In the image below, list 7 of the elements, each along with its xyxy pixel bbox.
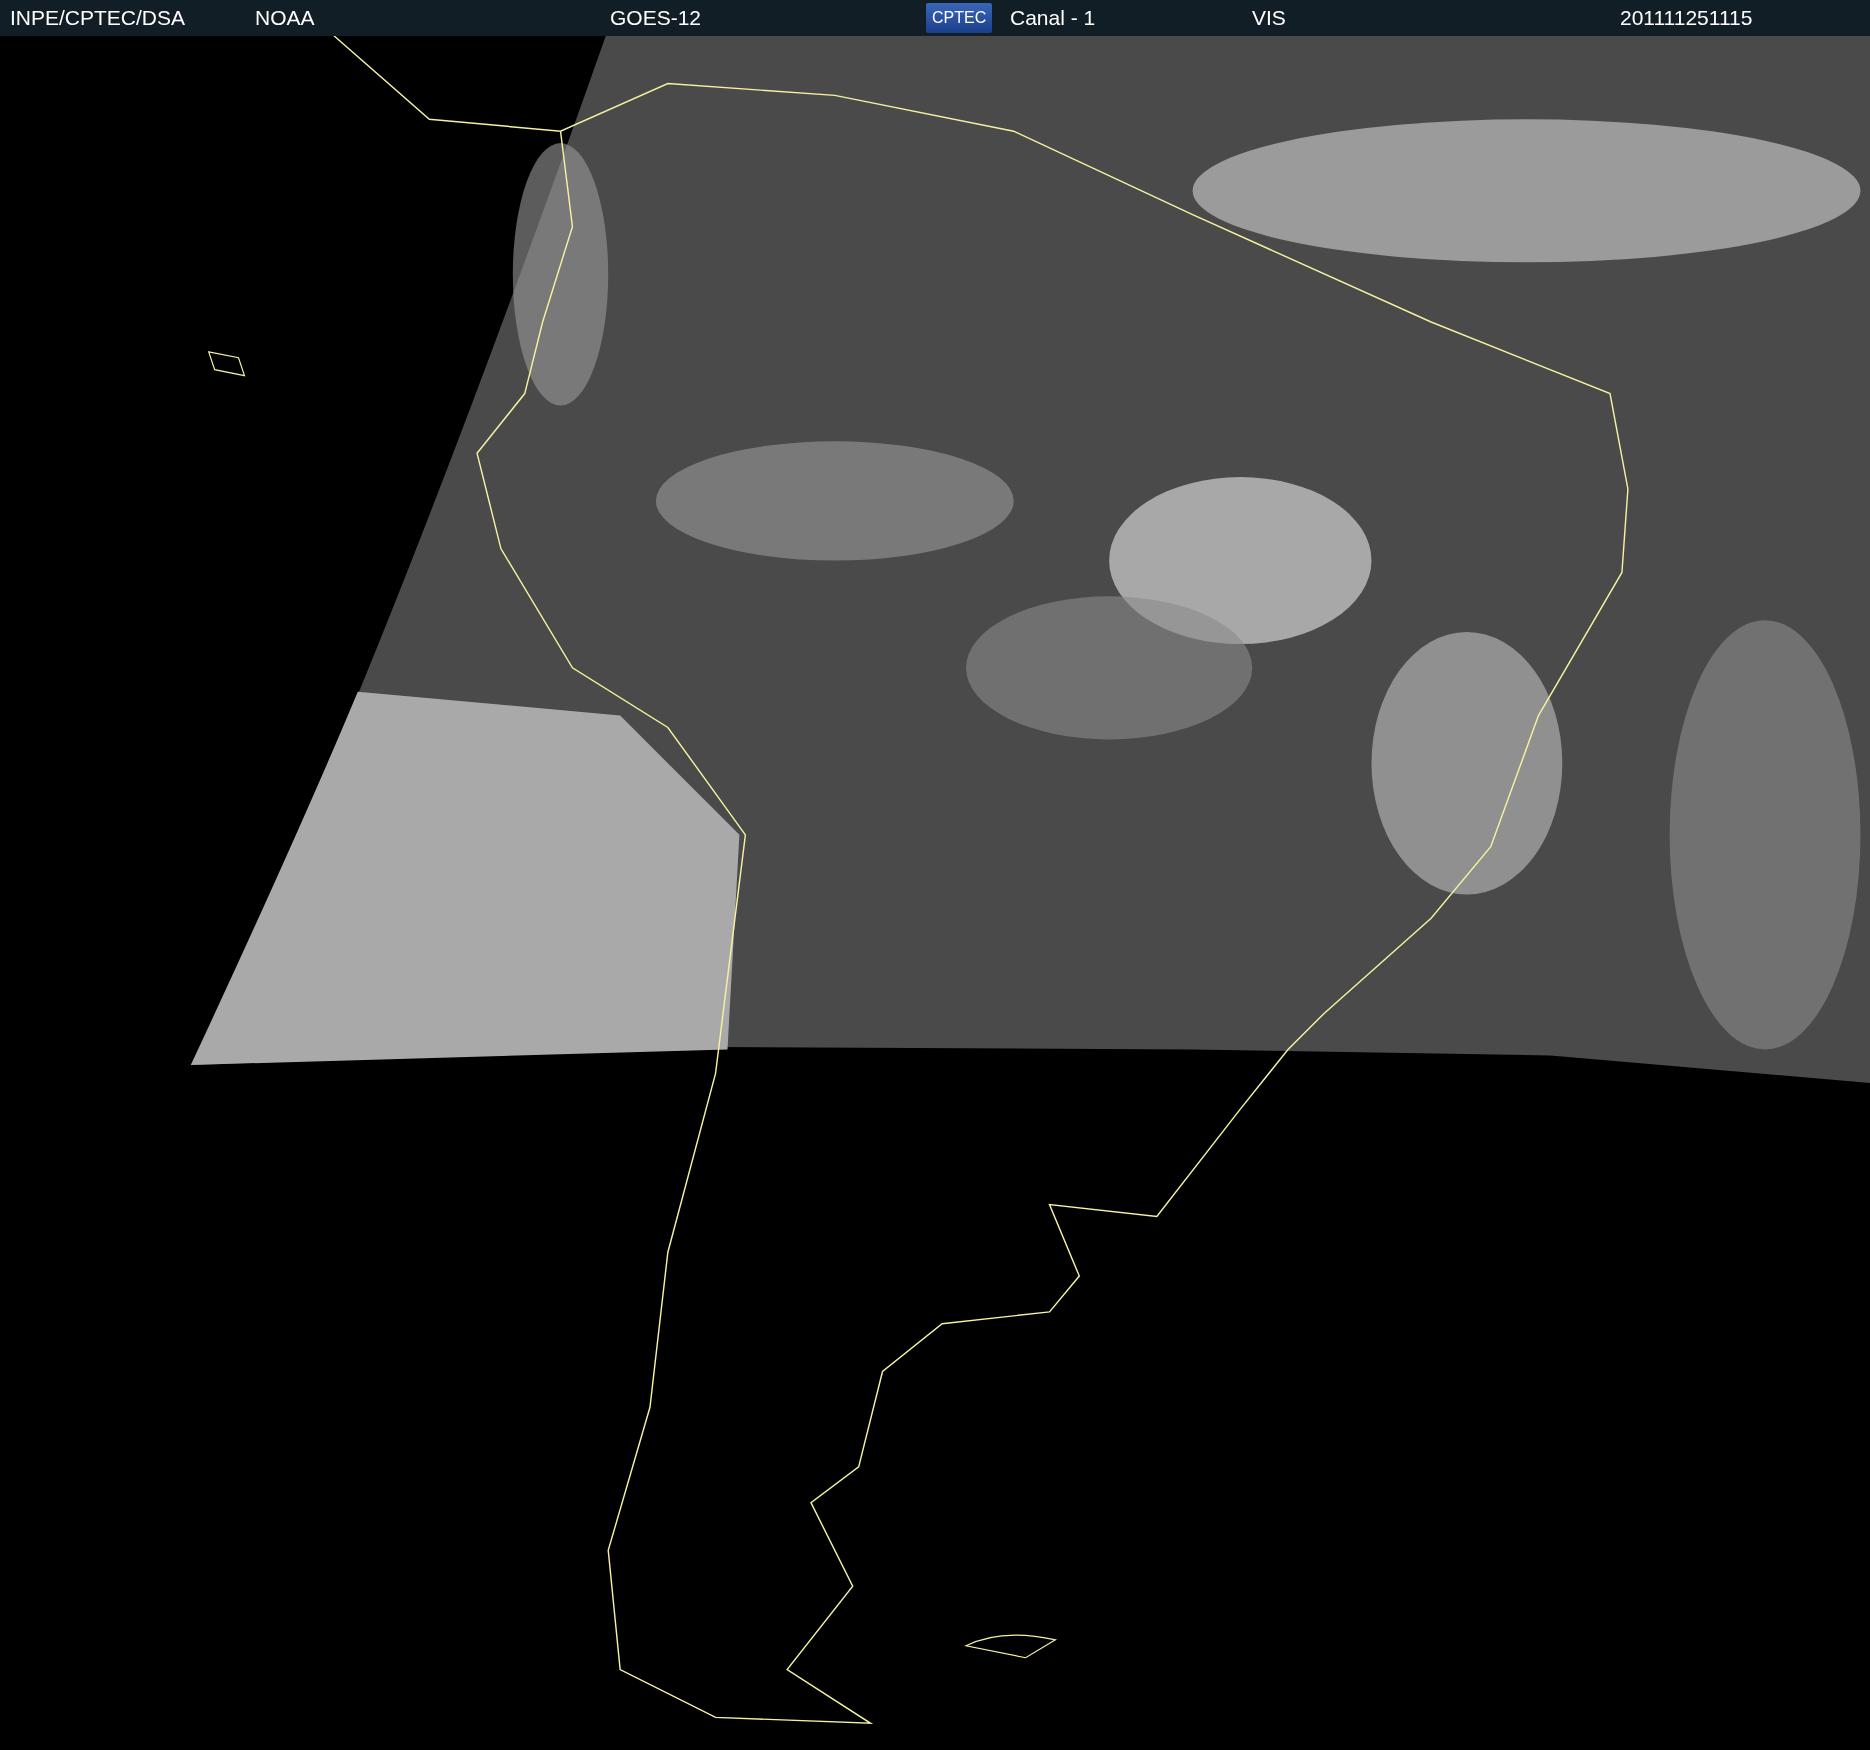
logo: CPTEC — [926, 3, 993, 33]
header-text: 201111251115 — [1620, 6, 1753, 30]
header-text: VIS — [1252, 6, 1286, 30]
header-text: NOAA — [255, 6, 315, 30]
header-text: INPE/CPTEC/DSA — [10, 6, 186, 30]
header-text: GOES-12 — [610, 6, 702, 30]
header-text: Canal - 1 — [1010, 6, 1096, 30]
